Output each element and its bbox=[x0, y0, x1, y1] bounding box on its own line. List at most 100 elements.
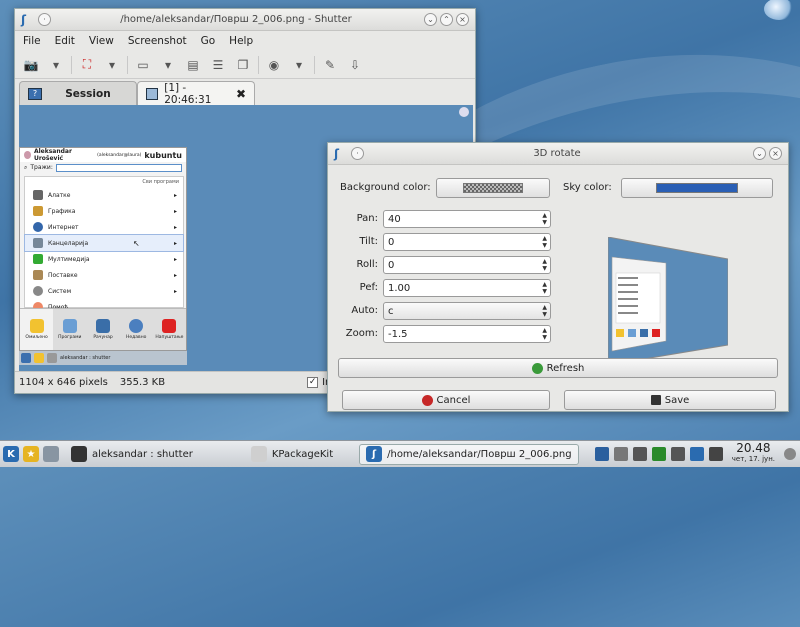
section-capture-icon[interactable]: ▤ bbox=[183, 55, 203, 75]
menu-file[interactable]: File bbox=[21, 33, 43, 49]
combo-arrows-icon[interactable]: ▲ ▼ bbox=[542, 304, 547, 318]
star-icon[interactable]: ★ bbox=[23, 446, 39, 462]
edit-icon[interactable]: ✎ bbox=[320, 55, 340, 75]
spin-arrows-icon[interactable]: ▲ ▼ bbox=[542, 258, 547, 272]
kde-all-programs[interactable]: Сви програми bbox=[25, 177, 183, 187]
kde-search-label: Тражи: bbox=[30, 164, 53, 171]
monitor-icon[interactable] bbox=[594, 447, 609, 461]
submenu-arrow-icon: ▸ bbox=[173, 239, 177, 247]
dropdown-arrow-icon[interactable]: ▾ bbox=[289, 55, 309, 75]
clipboard-icon[interactable] bbox=[670, 447, 685, 461]
panel-toolbox-icon[interactable] bbox=[784, 448, 796, 460]
window-maximize-icon[interactable]: ⌃ bbox=[440, 13, 453, 26]
session-icon: ? bbox=[28, 87, 42, 100]
multimedia-icon bbox=[33, 254, 43, 264]
network-icon[interactable] bbox=[632, 447, 647, 461]
kde-tab-leave[interactable]: Напуштање bbox=[153, 309, 186, 350]
window-minimize-icon[interactable]: ⌄ bbox=[753, 147, 766, 160]
task-shutter-image[interactable]: ʃ /home/aleksandar/Површ 2_006.png bbox=[359, 443, 579, 465]
sky-color-swatch bbox=[656, 183, 738, 193]
task-shutter-terminal[interactable]: aleksandar : shutter bbox=[65, 444, 199, 465]
tilt-value: 0 bbox=[388, 236, 395, 248]
tab-session[interactable]: ? Session bbox=[19, 81, 137, 105]
menu-view[interactable]: View bbox=[87, 33, 116, 49]
menu-screenshot[interactable]: Screenshot bbox=[126, 33, 189, 49]
user-avatar-icon bbox=[24, 151, 31, 159]
fullscreen-capture-icon[interactable]: ⛶ bbox=[77, 55, 97, 75]
tab-close-icon[interactable]: ✖ bbox=[236, 87, 246, 101]
kde-tab-computer[interactable]: Рачунар bbox=[86, 309, 119, 350]
dropdown-arrow-icon[interactable]: ▾ bbox=[158, 55, 178, 75]
refresh-button[interactable]: Refresh bbox=[338, 358, 778, 378]
tilt-spinbox[interactable]: 0 ▲ ▼ bbox=[383, 233, 551, 251]
window-minimize-icon[interactable]: ⌄ bbox=[424, 13, 437, 26]
pan-spinbox[interactable]: 40 ▲ ▼ bbox=[383, 210, 551, 228]
sky-color-button[interactable] bbox=[621, 178, 773, 198]
kde-item-office[interactable]: Канцеларија ↖ ▸ bbox=[24, 234, 184, 252]
kde-launcher-icon[interactable]: K bbox=[3, 446, 19, 462]
kde-tab-favorites[interactable]: Омиљено bbox=[20, 309, 54, 350]
kde-item-settings[interactable]: Поставке ▸ bbox=[25, 267, 183, 283]
tab-session-label: Session bbox=[65, 87, 111, 100]
main-titlebar[interactable]: ʃ · /home/aleksandar/Површ 2_006.png - S… bbox=[15, 9, 475, 31]
kde-tab-recent[interactable]: Недавно bbox=[120, 309, 153, 350]
zoom-spinbox[interactable]: -1.5 ▲ ▼ bbox=[383, 325, 551, 343]
tab-screenshot-1[interactable]: [1] - 20:46:31 ✖ bbox=[137, 81, 255, 106]
tooltip-capture-icon[interactable]: ❐ bbox=[233, 55, 253, 75]
folder-icon[interactable] bbox=[43, 446, 59, 462]
dropdown-arrow-icon[interactable]: ▾ bbox=[46, 55, 66, 75]
menu-go[interactable]: Go bbox=[199, 33, 218, 49]
background-color-button[interactable] bbox=[436, 178, 550, 198]
spin-arrows-icon[interactable]: ▲ ▼ bbox=[542, 281, 547, 295]
window-pin-icon[interactable]: · bbox=[38, 13, 51, 26]
kde-brand: kubuntu bbox=[144, 150, 182, 160]
save-label: Save bbox=[664, 394, 690, 406]
submenu-arrow-icon: ▸ bbox=[173, 207, 177, 215]
mouse-cursor-icon: ↖ bbox=[133, 238, 140, 248]
window-close-icon[interactable]: × bbox=[769, 147, 782, 160]
kde-tab-programs[interactable]: Програми bbox=[53, 309, 86, 350]
auto-combobox[interactable]: c ▲ ▼ bbox=[383, 302, 551, 320]
pef-spinbox[interactable]: 1.00 ▲ ▼ bbox=[383, 279, 551, 297]
kde-search-input[interactable] bbox=[55, 163, 182, 172]
new-screenshot-icon[interactable]: 📷 bbox=[21, 55, 41, 75]
roll-spinbox[interactable]: 0 ▲ ▼ bbox=[383, 256, 551, 274]
upload-icon[interactable]: ⇩ bbox=[345, 55, 365, 75]
image-filesize: 355.3 KB bbox=[119, 377, 166, 388]
menu-edit[interactable]: Edit bbox=[53, 33, 77, 49]
kde-item-graphics[interactable]: Графика ▸ bbox=[25, 203, 183, 219]
kde-item-internet[interactable]: Интернет ▸ bbox=[25, 219, 183, 235]
task-kpackagekit[interactable]: KPackageKit bbox=[245, 444, 339, 465]
tools-icon bbox=[33, 190, 43, 200]
update-icon[interactable] bbox=[651, 447, 666, 461]
kde-panel: K ★ aleksandar : shutter KPackageKit ʃ /… bbox=[0, 440, 800, 467]
menu-help[interactable]: Help bbox=[227, 33, 255, 49]
kde-item-system[interactable]: Систем ▸ bbox=[25, 283, 183, 299]
web-capture-icon[interactable]: ◉ bbox=[264, 55, 284, 75]
battery-icon[interactable] bbox=[708, 447, 723, 461]
computer-icon bbox=[96, 319, 110, 333]
submenu-arrow-icon: ▸ bbox=[173, 271, 177, 279]
rotate-titlebar[interactable]: ʃ · 3D rotate ⌄ × bbox=[328, 143, 788, 165]
include-checkbox[interactable]: ✓ bbox=[307, 377, 319, 388]
window-capture-icon[interactable]: ▭ bbox=[133, 55, 153, 75]
spin-arrows-icon[interactable]: ▲ ▼ bbox=[542, 327, 547, 341]
cancel-button[interactable]: Cancel bbox=[342, 390, 550, 410]
volume-icon[interactable] bbox=[613, 447, 628, 461]
system-icon bbox=[33, 286, 43, 296]
window-close-icon[interactable]: × bbox=[456, 13, 469, 26]
shutter-logo-icon[interactable]: ʃ bbox=[334, 147, 348, 161]
spin-arrows-icon[interactable]: ▲ ▼ bbox=[542, 212, 547, 226]
viewer-corner-icon bbox=[459, 107, 469, 117]
spin-arrows-icon[interactable]: ▲ ▼ bbox=[542, 235, 547, 249]
save-button[interactable]: Save bbox=[564, 390, 776, 410]
window-pin-icon[interactable]: · bbox=[351, 147, 364, 160]
kde-item-multimedia[interactable]: Мултимедија ▸ bbox=[25, 251, 183, 267]
kde-item-tools[interactable]: Алатке ▸ bbox=[25, 187, 183, 203]
menu-capture-icon[interactable]: ☰ bbox=[208, 55, 228, 75]
shutter-tray-icon[interactable] bbox=[689, 447, 704, 461]
shutter-logo-icon[interactable]: ʃ bbox=[21, 13, 35, 27]
pan-label: Pan: bbox=[356, 213, 378, 224]
panel-clock[interactable]: 20.48 чет, 17. јун. bbox=[728, 442, 779, 465]
dropdown-arrow-icon[interactable]: ▾ bbox=[102, 55, 122, 75]
